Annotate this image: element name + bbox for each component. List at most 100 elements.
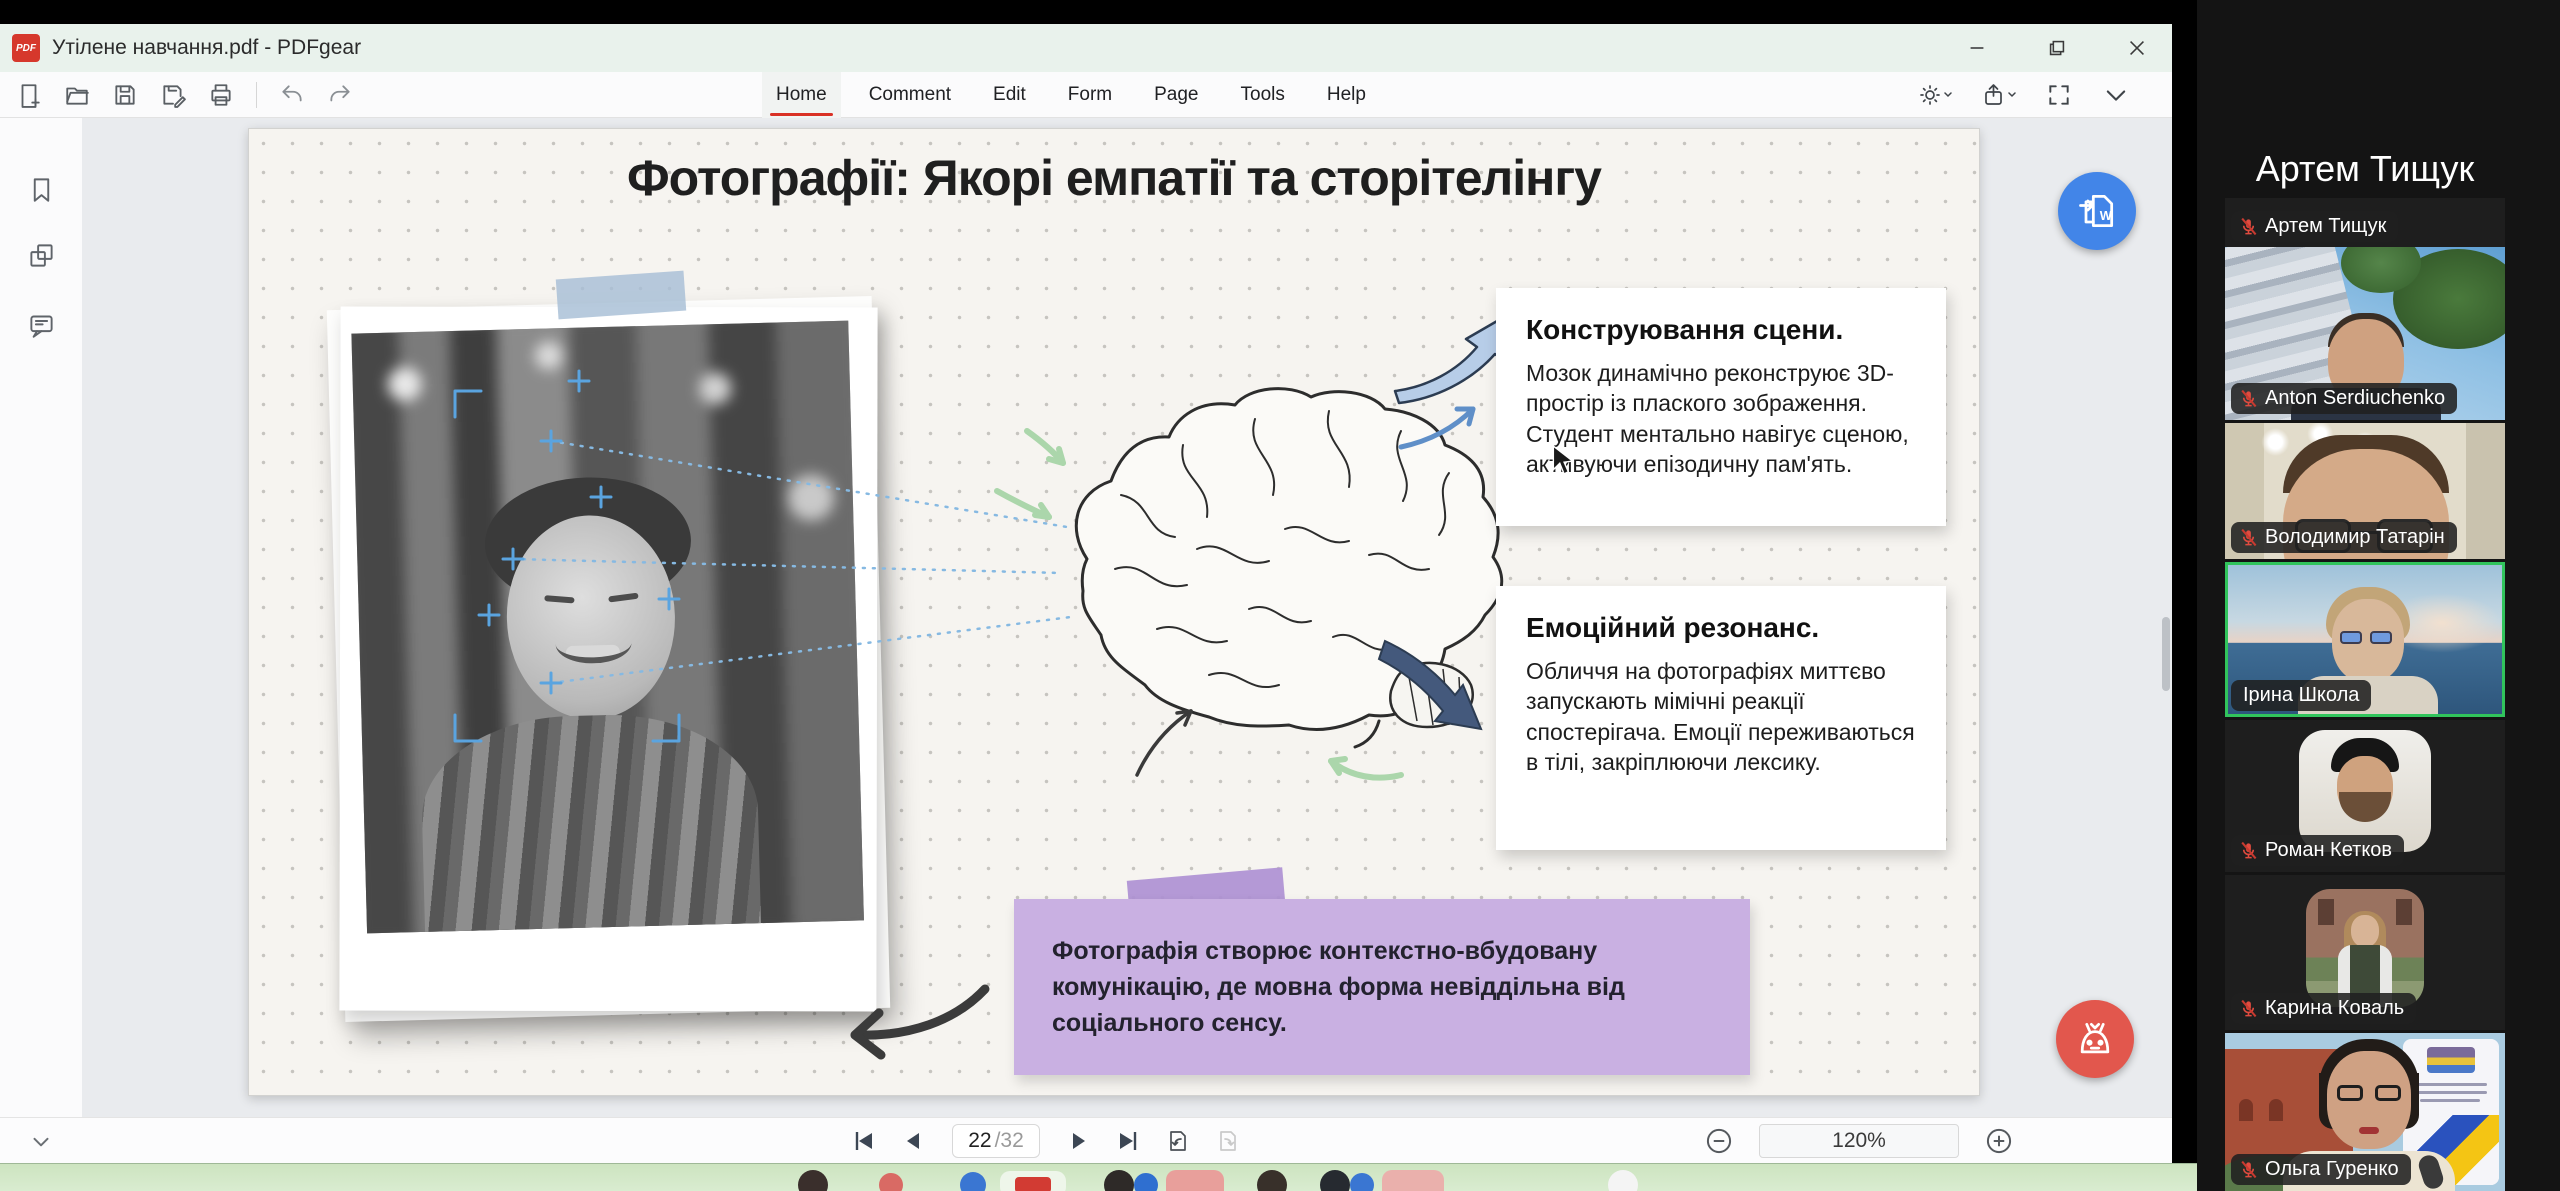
pdf-page: Фотографії: Якорі емпатії та сторітелінг…: [248, 128, 1980, 1096]
participant-name: Роман Кетков: [2265, 839, 2392, 862]
participant-label: Карина Коваль: [2231, 993, 2416, 1024]
tab-help[interactable]: Help: [1313, 72, 1380, 118]
next-page-button[interactable]: [1066, 1129, 1090, 1153]
card-body: Мозок динамічно реконструює 3D-простір і…: [1526, 358, 1916, 479]
open-file-icon[interactable]: [64, 82, 90, 108]
participant-tile-roman[interactable]: Роман Кетков: [2225, 720, 2505, 872]
muted-mic-icon: [2239, 1160, 2258, 1179]
taskbar-record-icon: [1015, 1177, 1051, 1191]
arrow-navy: [1379, 641, 1481, 729]
zoom-in-button[interactable]: [1985, 1127, 2013, 1155]
bookmarks-icon[interactable]: [28, 176, 55, 208]
close-button[interactable]: [2126, 37, 2148, 59]
muted-mic-icon: [2239, 389, 2258, 408]
taskbar-avatar-icon[interactable]: [1320, 1170, 1350, 1191]
participant-label: Anton Serdiuchenko: [2231, 383, 2457, 414]
first-page-button[interactable]: [852, 1129, 876, 1153]
taskbar-blue-icon[interactable]: [960, 1172, 986, 1191]
page-navigation: 22 /32: [852, 1118, 1240, 1164]
participant-name: Ольга Гуренко: [2265, 1158, 2399, 1181]
previous-page-button[interactable]: [902, 1129, 926, 1153]
arrow-blue-small: [1401, 409, 1473, 447]
card-heading: Емоційний резонанс.: [1526, 612, 1916, 644]
minimize-button[interactable]: [1966, 37, 1988, 59]
vertical-scrollbar[interactable]: [2162, 617, 2170, 691]
taskbar-avatar-icon[interactable]: [1104, 1170, 1134, 1191]
participant-tile-artem[interactable]: Артем Тищук: [2225, 198, 2505, 247]
tab-edit[interactable]: Edit: [979, 72, 1040, 118]
participant-tile-iryna[interactable]: Ірина Школа: [2225, 562, 2505, 717]
participant-name: Карина Коваль: [2265, 997, 2404, 1020]
taskbar-pink-button[interactable]: [1382, 1170, 1444, 1191]
participant-tile-karyna[interactable]: Карина Коваль: [2225, 875, 2505, 1030]
file-actions: [16, 72, 353, 118]
participant-tile-volodymyr[interactable]: Володимир Татарін: [2225, 423, 2505, 559]
taskbar-pink-button[interactable]: [1166, 1170, 1224, 1191]
tab-form[interactable]: Form: [1054, 72, 1126, 118]
page-number-input[interactable]: 22 /32: [952, 1124, 1040, 1158]
purple-note: Фотографія створює контекстно-вбудовану …: [1014, 899, 1750, 1075]
window-title: Утілене навчання.pdf - PDFgear: [52, 36, 361, 60]
taskbar-blue-icon[interactable]: [1350, 1173, 1374, 1191]
left-rail: [0, 118, 82, 1117]
participant-label: Володимир Татарін: [2231, 522, 2457, 553]
arrows-green: [997, 431, 1401, 778]
taskbar-blue-icon[interactable]: [1134, 1173, 1158, 1191]
new-file-icon[interactable]: [16, 82, 42, 108]
bw-photo: [351, 321, 864, 934]
fullscreen-icon[interactable]: [2046, 82, 2072, 108]
collapse-toolbar-icon[interactable]: [2102, 81, 2130, 109]
page-thumbnails-icon[interactable]: [28, 242, 55, 274]
svg-text:W: W: [2100, 208, 2113, 223]
avatar-background: [2396, 899, 2412, 925]
logo-text-line: [2413, 1083, 2487, 1086]
card-scene-construction: Конструювання сцени. Мозок динамічно рек…: [1496, 288, 1946, 526]
taskbar-avatar-icon[interactable]: [1257, 1170, 1287, 1191]
taskbar-avatar-icon[interactable]: [798, 1170, 828, 1191]
tab-tools[interactable]: Tools: [1227, 72, 1299, 118]
panel-collapse-icon[interactable]: [28, 1128, 54, 1159]
glasses: [2340, 631, 2362, 644]
ai-assistant-button[interactable]: [2056, 1000, 2134, 1078]
participant-label: Артем Тищук: [2231, 211, 2398, 242]
participant-name: Ірина Школа: [2243, 684, 2359, 707]
current-page: 22: [968, 1129, 991, 1153]
status-bar: 22 /32 120%: [0, 1117, 2172, 1163]
brightness-icon[interactable]: [1918, 82, 1952, 108]
menu-bar: Home Comment Edit Form Page Tools Help: [762, 72, 1380, 118]
participant-tile-olha[interactable]: Ольга Гуренко: [2225, 1033, 2505, 1191]
print-icon[interactable]: [208, 82, 234, 108]
previous-view-button[interactable]: [1166, 1129, 1190, 1153]
photo-person-shirt: [420, 711, 762, 933]
tab-comment[interactable]: Comment: [855, 72, 965, 118]
toolbar: Home Comment Edit Form Page Tools Help: [0, 72, 2172, 118]
toolbar-divider: [256, 82, 257, 108]
zoom-level-display[interactable]: 120%: [1759, 1124, 1959, 1158]
taskbar-strip: [0, 1163, 2197, 1191]
window-controls: [1966, 24, 2148, 72]
participant-tile-anton[interactable]: Anton Serdiuchenko: [2225, 247, 2505, 420]
tab-home[interactable]: Home: [762, 72, 841, 118]
comments-icon[interactable]: [28, 312, 55, 344]
meeting-panel: Артем Тищук Артем Тищук Anton Serdiuchen…: [2197, 0, 2560, 1191]
save-as-icon[interactable]: [160, 82, 186, 108]
share-export-icon[interactable]: [1982, 82, 2016, 108]
zoom-out-button[interactable]: [1705, 1127, 1733, 1155]
convert-to-word-button[interactable]: W: [2058, 172, 2136, 250]
zoom-controls: 120%: [1705, 1118, 2013, 1164]
avatar-face: [2351, 915, 2379, 947]
taskbar-light-icon[interactable]: [1608, 1170, 1638, 1191]
save-icon[interactable]: [112, 82, 138, 108]
next-view-button[interactable]: [1216, 1129, 1240, 1153]
taskbar-red-icon[interactable]: [879, 1173, 903, 1191]
undo-icon[interactable]: [279, 82, 305, 108]
screen: PDF Утілене навчання.pdf - PDFgear: [0, 0, 2560, 1191]
last-page-button[interactable]: [1116, 1129, 1140, 1153]
brain-illustration: [1076, 389, 1501, 747]
pdfgear-logo-icon: PDF: [12, 34, 40, 62]
participant-name: Артем Тищук: [2265, 215, 2386, 238]
redo-icon[interactable]: [327, 82, 353, 108]
restore-button[interactable]: [2046, 37, 2068, 59]
tab-page[interactable]: Page: [1140, 72, 1212, 118]
slide-title: Фотографії: Якорі емпатії та сторітелінг…: [249, 149, 1979, 207]
